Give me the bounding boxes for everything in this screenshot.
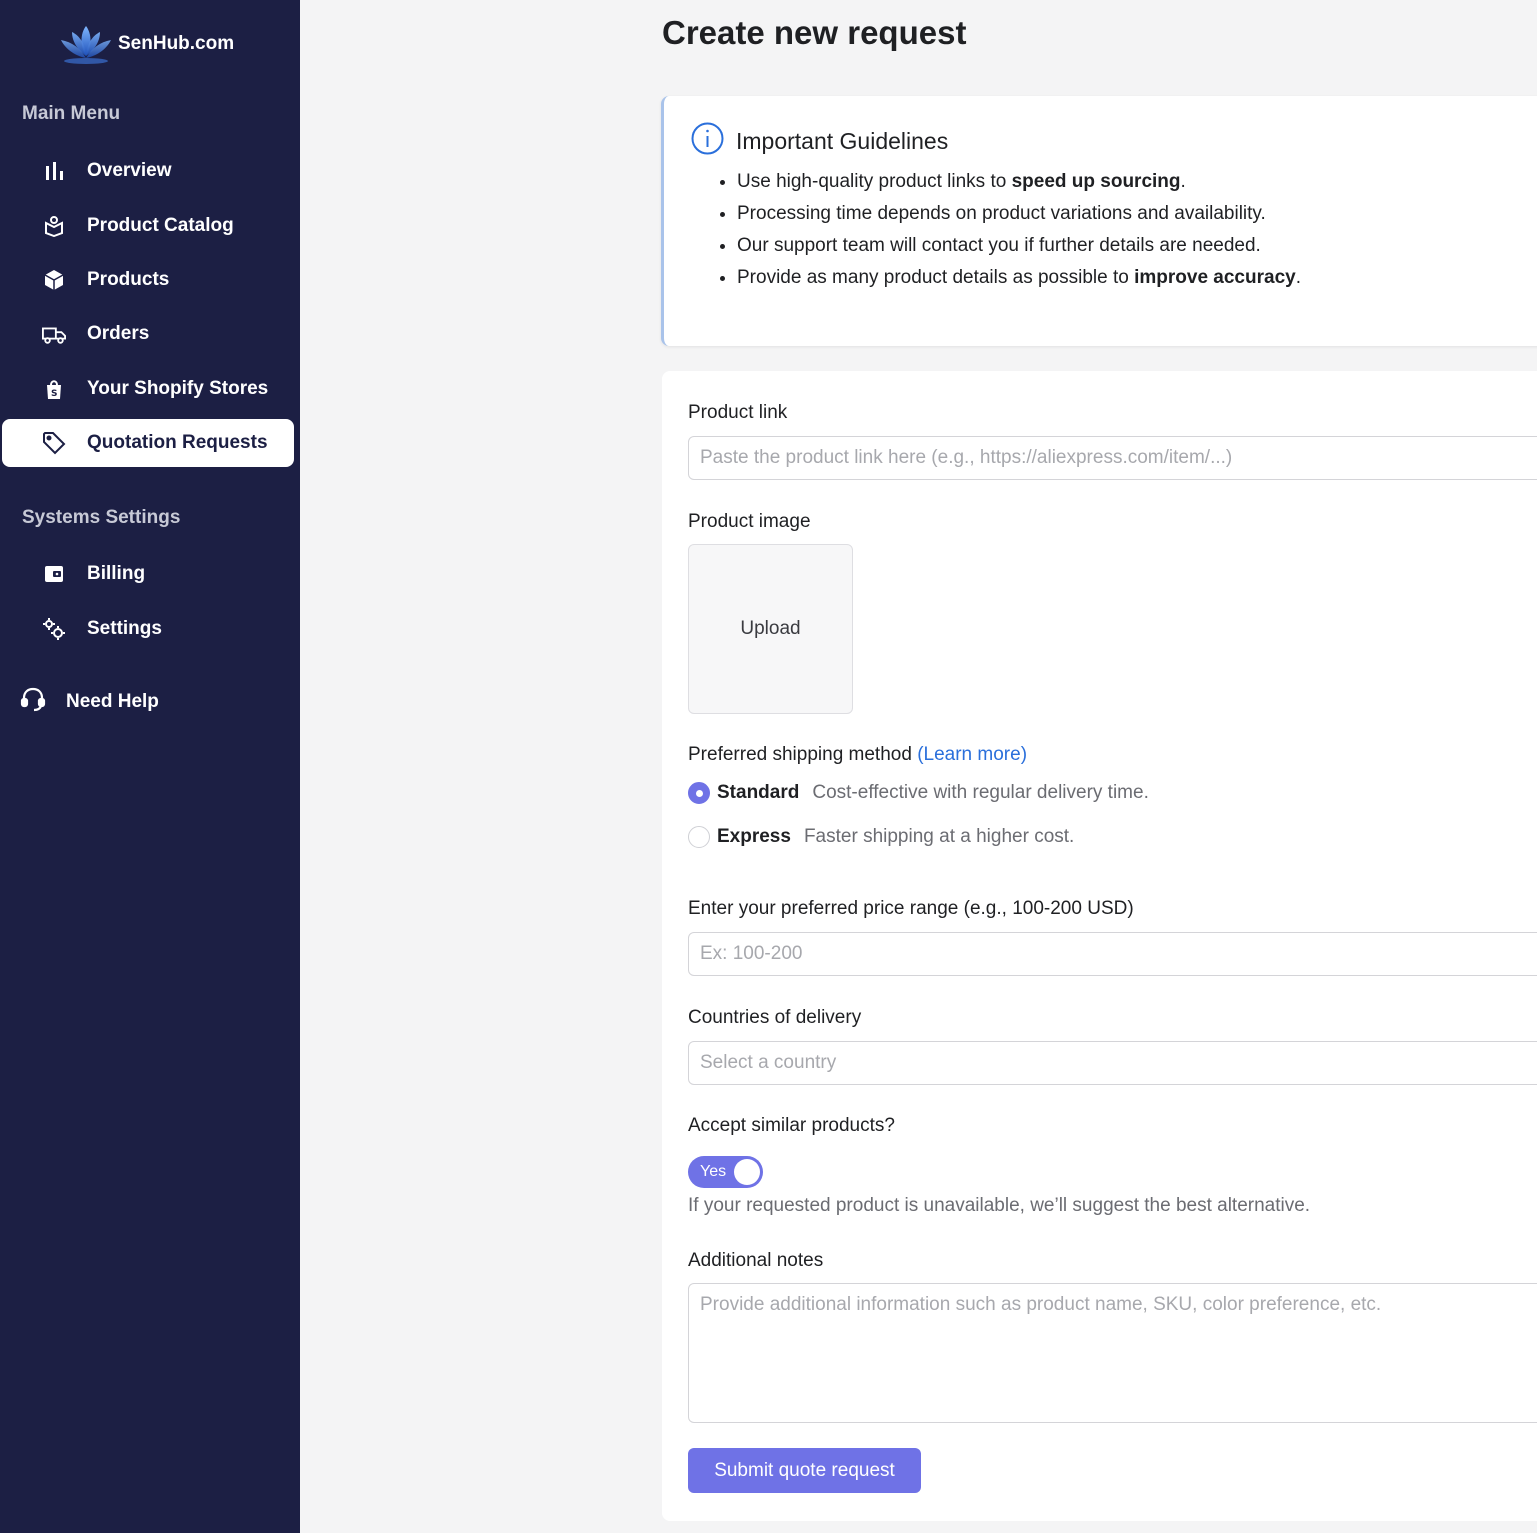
countries-label: Countries of delivery	[688, 1007, 862, 1028]
image-upload-button[interactable]: Upload	[688, 544, 853, 714]
need-help-link[interactable]: Need Help	[20, 686, 159, 717]
country-select[interactable]	[688, 1041, 1537, 1085]
guidelines-title: Important Guidelines	[736, 127, 949, 154]
svg-text:S: S	[51, 389, 57, 399]
upload-label: Upload	[740, 618, 801, 639]
delivery-truck-icon	[42, 322, 66, 346]
sidebar-item-label: Product Catalog	[87, 215, 234, 236]
shopping-bag-icon: S	[42, 377, 66, 401]
sidebar-item-label: Orders	[87, 323, 150, 344]
similar-products-label: Accept similar products?	[688, 1115, 895, 1136]
similar-products-toggle[interactable]: Yes	[688, 1156, 763, 1188]
info-icon	[691, 122, 724, 160]
tag-icon	[42, 431, 66, 455]
cube-icon	[42, 268, 66, 292]
shipping-option-title: Standard	[717, 782, 800, 803]
learn-more-link[interactable]: (Learn more)	[917, 744, 1027, 765]
request-form: Product link Product image Upload Prefer…	[662, 371, 1537, 1521]
sidebar-item-product-catalog[interactable]: Product Catalog	[2, 202, 294, 250]
guideline-item: Processing time depends on product varia…	[737, 198, 1301, 230]
sidebar-item-shopify-stores[interactable]: S Your Shopify Stores	[2, 365, 294, 413]
shipping-option-express[interactable]: Express Faster shipping at a higher cost…	[688, 826, 1074, 848]
sidebar-item-orders[interactable]: Orders	[2, 310, 294, 358]
sidebar-item-label: Your Shopify Stores	[87, 378, 269, 399]
shipping-option-description: Faster shipping at a higher cost.	[803, 826, 1075, 847]
sidebar: SenHub.com Main Menu Overview Product Ca…	[0, 0, 300, 1533]
sidebar-item-quotation-requests[interactable]: Quotation Requests	[2, 419, 294, 467]
brand-name: SenHub.com	[118, 33, 235, 54]
shipping-option-description: Cost-effective with regular delivery tim…	[812, 782, 1149, 803]
sidebar-item-label: Quotation Requests	[87, 432, 268, 453]
bar-chart-icon	[42, 159, 66, 183]
page-title: Create new request	[662, 14, 967, 51]
sidebar-item-label: Products	[87, 269, 170, 290]
sidebar-item-settings[interactable]: Settings	[2, 605, 294, 653]
submit-quote-button[interactable]: Submit quote request	[688, 1448, 921, 1493]
toggle-label: Yes	[700, 1163, 727, 1180]
additional-notes-label: Additional notes	[688, 1250, 824, 1271]
wallet-icon	[42, 562, 66, 586]
shipping-option-standard[interactable]: Standard Cost-effective with regular del…	[688, 782, 1149, 804]
catalog-box-icon	[42, 214, 66, 238]
shipping-option-title: Express	[717, 826, 791, 847]
need-help-label: Need Help	[66, 690, 159, 712]
sidebar-item-label: Settings	[87, 618, 162, 639]
headset-icon	[20, 686, 46, 717]
sidebar-item-products[interactable]: Products	[2, 256, 294, 304]
product-link-label: Product link	[688, 402, 788, 423]
price-range-label: Enter your preferred price range (e.g., …	[688, 898, 1134, 919]
gears-icon	[42, 617, 66, 641]
radio-button[interactable]	[688, 782, 710, 804]
guideline-item: Use high-quality product links to speed …	[737, 166, 1301, 198]
guidelines-card: Important Guidelines Use high-quality pr…	[661, 96, 1537, 346]
sidebar-item-label: Billing	[87, 563, 146, 584]
brand[interactable]: SenHub.com	[58, 22, 234, 66]
guidelines-list: Use high-quality product links to speed …	[737, 166, 1301, 294]
guideline-item: Provide as many product details as possi…	[737, 262, 1301, 294]
additional-notes-textarea[interactable]	[688, 1283, 1537, 1423]
product-image-label: Product image	[688, 511, 811, 532]
guideline-item: Our support team will contact you if fur…	[737, 230, 1301, 262]
toggle-knob	[734, 1159, 760, 1185]
lotus-logo-icon	[61, 26, 111, 64]
product-link-input[interactable]	[688, 436, 1537, 480]
similar-products-help: If your requested product is unavailable…	[688, 1195, 1311, 1216]
price-range-input[interactable]	[688, 932, 1537, 976]
radio-button[interactable]	[688, 826, 710, 848]
sidebar-item-billing[interactable]: Billing	[2, 550, 294, 598]
sidebar-item-overview[interactable]: Overview	[2, 147, 294, 195]
sidebar-item-label: Overview	[87, 160, 172, 181]
shipping-method-label: Preferred shipping method (Learn more)	[688, 744, 1028, 765]
main-menu-title: Main Menu	[22, 103, 121, 124]
systems-settings-title: Systems Settings	[22, 507, 181, 528]
guidelines-header: Important Guidelines	[691, 122, 948, 160]
